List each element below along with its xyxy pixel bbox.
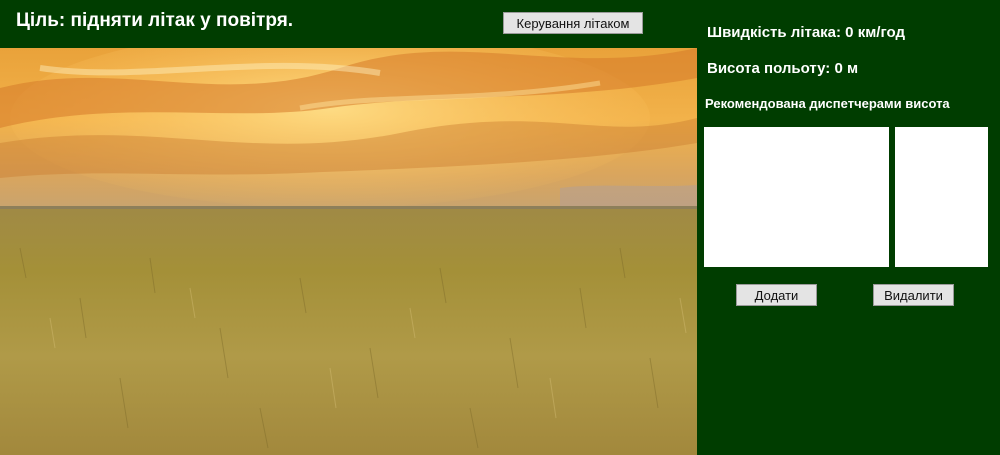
- remove-button[interactable]: Видалити: [873, 284, 954, 306]
- recommended-altitude-values-list[interactable]: [895, 127, 988, 267]
- add-button[interactable]: Додати: [736, 284, 817, 306]
- altitude-readout: Висота польоту: 0 м: [707, 60, 859, 77]
- goal-title: Ціль: підняти літак у повітря.: [16, 10, 294, 31]
- recommended-altitude-heading: Рекомендована диспетчерами висота: [705, 96, 950, 111]
- speed-readout: Швидкість літака: 0 км/год: [707, 24, 906, 41]
- recommended-altitude-list[interactable]: [704, 127, 889, 267]
- aircraft-control-button[interactable]: Керування літаком: [503, 12, 643, 34]
- wheat-field-sunset-image: [0, 48, 697, 455]
